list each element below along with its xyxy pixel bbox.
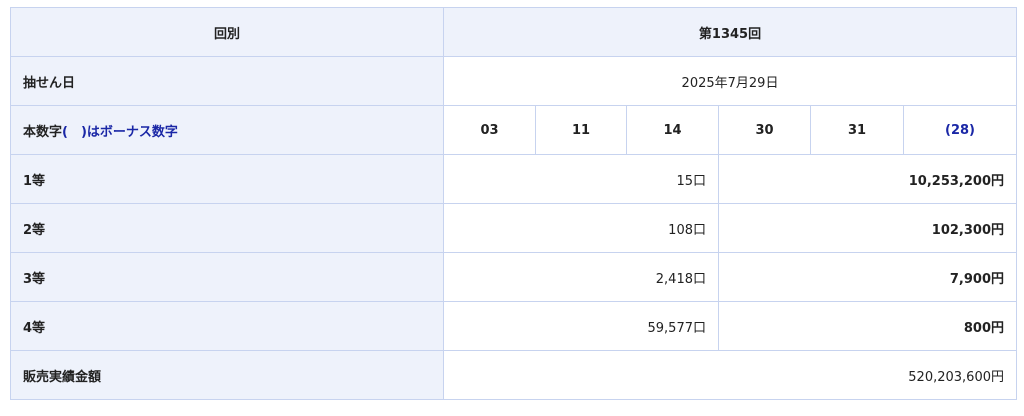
prize-rank: 3等 bbox=[10, 252, 444, 302]
prize-row: 3等 2,418口 7,900円 bbox=[10, 252, 1017, 302]
lottery-result-table: 回別 第1345回 抽せん日 2025年7月29日 本数字( )はボーナス数字 … bbox=[10, 7, 1017, 400]
numbers-label: 本数字( )はボーナス数字 bbox=[10, 105, 444, 155]
draw-date-label: 抽せん日 bbox=[10, 56, 444, 106]
main-number-4: 30 bbox=[718, 105, 811, 155]
draw-date-value: 2025年7月29日 bbox=[443, 56, 1017, 106]
prize-row: 1等 15口 10,253,200円 bbox=[10, 154, 1017, 204]
prize-row: 2等 108口 102,300円 bbox=[10, 203, 1017, 253]
numbers-row: 本数字( )はボーナス数字 03 11 14 30 31 (28) bbox=[10, 105, 1017, 155]
prize-amount: 102,300円 bbox=[718, 203, 1017, 253]
prize-amount: 10,253,200円 bbox=[718, 154, 1017, 204]
prize-winners: 108口 bbox=[443, 203, 719, 253]
prize-rank: 4等 bbox=[10, 301, 444, 351]
round-value: 第1345回 bbox=[443, 7, 1017, 57]
sales-label: 販売実績金額 bbox=[10, 350, 444, 400]
prize-rank: 1等 bbox=[10, 154, 444, 204]
prize-row: 4等 59,577口 800円 bbox=[10, 301, 1017, 351]
bonus-number: (28) bbox=[903, 105, 1017, 155]
main-number-5: 31 bbox=[810, 105, 904, 155]
numbers-label-main: 本数字 bbox=[23, 124, 63, 140]
main-number-3: 14 bbox=[626, 105, 719, 155]
prize-amount: 7,900円 bbox=[718, 252, 1017, 302]
sales-row: 販売実績金額 520,203,600円 bbox=[10, 350, 1017, 400]
prize-winners: 15口 bbox=[443, 154, 719, 204]
round-label: 回別 bbox=[10, 7, 444, 57]
prize-rank: 2等 bbox=[10, 203, 444, 253]
round-row: 回別 第1345回 bbox=[10, 7, 1017, 57]
draw-date-row: 抽せん日 2025年7月29日 bbox=[10, 56, 1017, 106]
prize-winners: 2,418口 bbox=[443, 252, 719, 302]
main-number-1: 03 bbox=[443, 105, 536, 155]
prize-amount: 800円 bbox=[718, 301, 1017, 351]
numbers-label-bonus-note: ( )はボーナス数字 bbox=[62, 124, 178, 140]
sales-value: 520,203,600円 bbox=[443, 350, 1017, 400]
prize-winners: 59,577口 bbox=[443, 301, 719, 351]
main-number-2: 11 bbox=[535, 105, 627, 155]
